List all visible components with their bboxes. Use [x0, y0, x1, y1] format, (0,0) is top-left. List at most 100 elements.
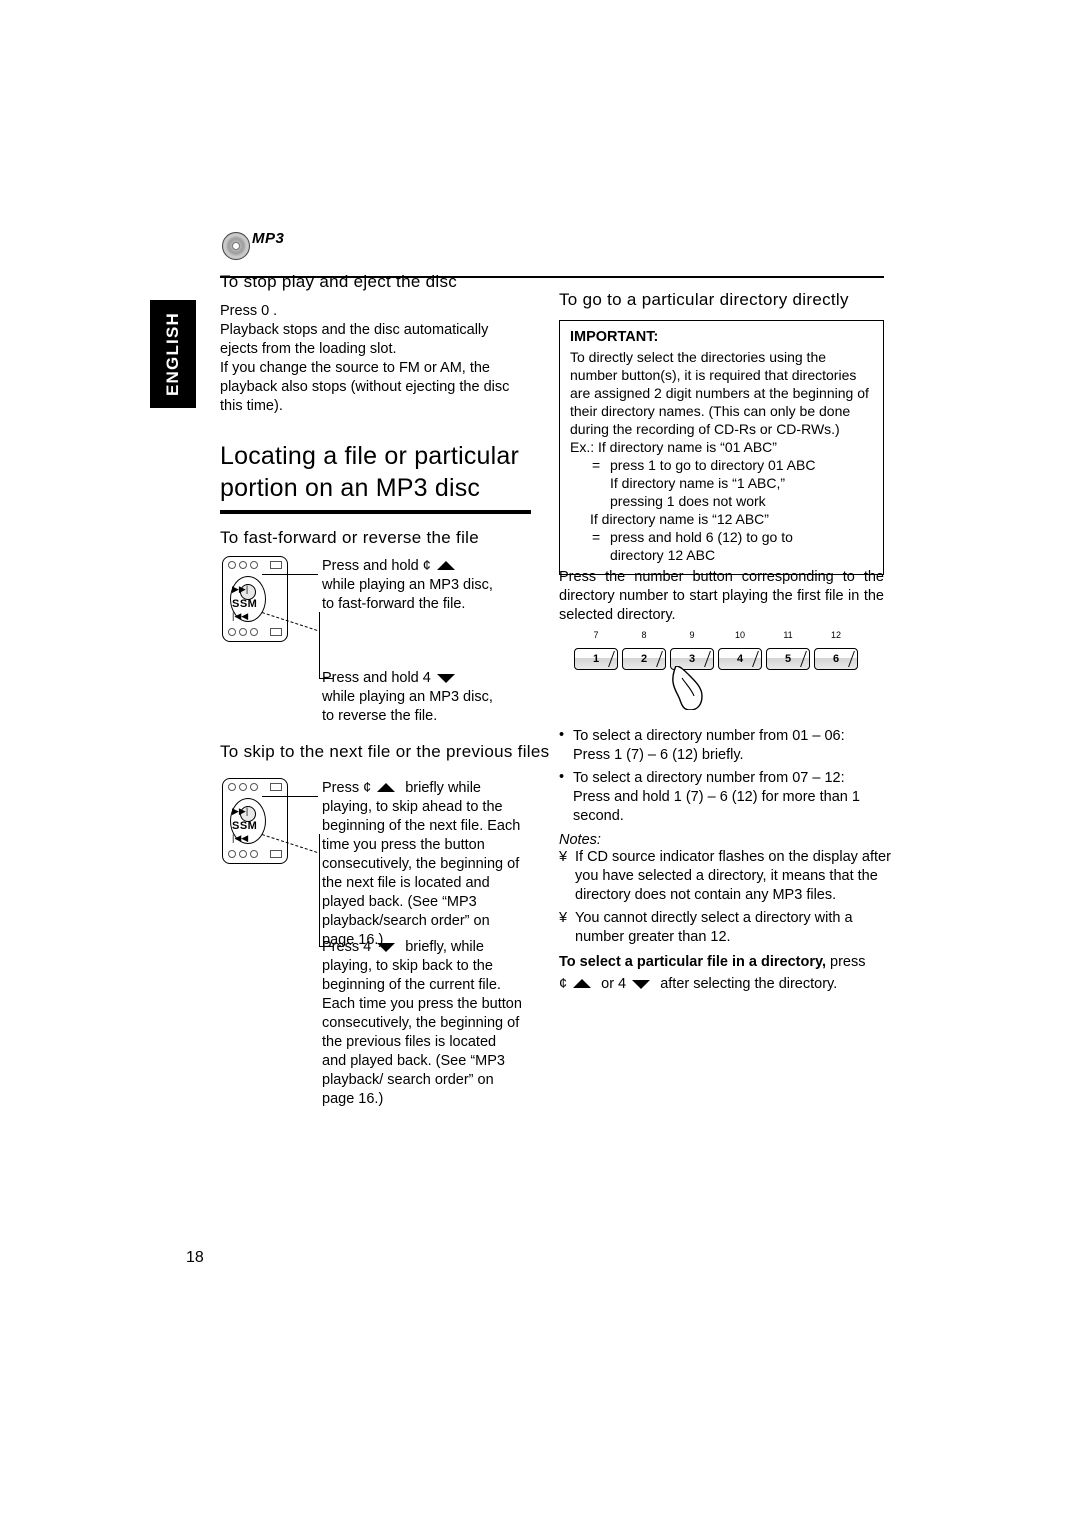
up-arrow-icon: [435, 561, 461, 571]
select-file-symbol-1: ¢: [559, 976, 568, 992]
heading-directory: To go to a particular directory directly: [559, 290, 849, 309]
panel-bottom-dots: [228, 628, 282, 637]
bullet-1: To select a directory number from 01 – 0…: [559, 726, 884, 765]
mp3-logo-label: MP3: [252, 230, 285, 247]
number-button-1[interactable]: 1: [574, 648, 618, 670]
note-1: ¥ If CD source indicator flashes on the d…: [559, 848, 899, 905]
leader-line-vertical: [319, 612, 320, 678]
ff-caption-line3: to fast-forward the file.: [322, 596, 466, 612]
mp3-logo: MP3: [222, 228, 312, 260]
ssm-label: SSM: [232, 820, 258, 832]
example-1-cont1: If directory name is “1 ABC,”: [610, 475, 786, 491]
down-arrow-icon: [435, 673, 461, 684]
panel-dot-icon: [250, 850, 258, 858]
skip-next-lead: Press ¢: [322, 780, 372, 796]
number-top-label: 10: [734, 630, 745, 640]
skip-prev-caption: Press 4 briefly, while playing, to skip …: [322, 938, 522, 1109]
note-2: ¥ You cannot directly select a directory …: [559, 909, 899, 947]
panel-display-icon: [270, 628, 282, 636]
down-arrow-icon: [630, 979, 656, 990]
number-top-label: 12: [830, 630, 841, 640]
stop-play-p2: Playback stops and the disc automaticall…: [220, 322, 489, 357]
example-1-heading: Ex.: If directory name is “01 ABC”: [570, 439, 777, 455]
button-slash-icon: [790, 651, 807, 667]
number-button-6[interactable]: 6: [814, 648, 858, 670]
equals-marker: =: [592, 529, 601, 545]
main-heading-rule: [220, 510, 531, 514]
heading-fast-forward: To fast-forward or reverse the file: [220, 528, 479, 547]
select-file-paragraph: To select a particular file in a directo…: [559, 951, 899, 995]
number-button-strip: 7 8 9 10 11 12 1 2 3 4 5 6: [574, 630, 874, 710]
notes-list: ¥ If CD source indicator flashes on the d…: [559, 848, 899, 951]
select-file-or: or 4: [601, 976, 627, 992]
button-slash-icon: [598, 651, 615, 667]
panel-dot-icon: [239, 783, 247, 791]
select-file-tail: after selecting the directory.: [660, 976, 838, 992]
skip-prev-text: briefly, while playing, to skip back to …: [322, 939, 522, 1107]
note-1-text: If CD source indicator flashes on the di…: [575, 849, 891, 903]
skip-next-caption: Press ¢ briefly while playing, to skip a…: [322, 779, 522, 950]
example-2-heading: If directory name is “12 ABC”: [590, 511, 769, 527]
rev-caption-line1: Press and hold 4: [322, 670, 431, 686]
ff-caption-line2: while playing an MP3 disc,: [322, 577, 493, 593]
bullet-1-line2: Press 1 (7) – 6 (12) briefly.: [573, 747, 744, 763]
rev-caption-line3: to reverse the file.: [322, 708, 438, 724]
leader-line-vertical: [319, 834, 320, 946]
panel-dot-icon: [239, 850, 247, 858]
example-2-item-text: press and hold 6 (12) to go to: [610, 529, 793, 545]
panel-dot-icon: [228, 561, 236, 569]
main-heading-line1: Locating a file or particular: [220, 442, 520, 470]
bullet-2: To select a directory number from 07 – 1…: [559, 768, 884, 826]
skip-prev-lead: Press 4: [322, 939, 372, 955]
directory-paragraph: Press the number button corresponding to…: [559, 569, 884, 623]
number-button-2[interactable]: 2: [622, 648, 666, 670]
bullet-2-line2: Press and hold 1 (7) – 6 (12) for more t…: [573, 789, 860, 824]
button-slash-icon: [838, 651, 855, 667]
language-tab-label: ENGLISH: [163, 312, 182, 396]
panel-display-icon: [270, 783, 282, 791]
bullet-1-line1: To select a directory number from 01 – 0…: [573, 728, 845, 744]
main-heading: Locating a file or particular portion on…: [220, 440, 531, 504]
note-marker-icon: ¥: [559, 849, 568, 865]
example-2-list: = press and hold 6 (12) to go to: [570, 528, 873, 546]
important-title: IMPORTANT:: [570, 329, 659, 345]
important-paragraph: To directly select the directories using…: [570, 349, 869, 437]
leader-line: [262, 796, 318, 797]
ssm-label: SSM: [232, 598, 258, 610]
panel-dot-icon: [239, 628, 247, 636]
disc-icon: [222, 232, 250, 260]
panel-dot-icon: [228, 850, 236, 858]
page-number: 18: [186, 1249, 204, 1266]
document-page: MP3 ENGLISH To stop play and eject the d…: [0, 0, 1080, 1528]
example-1-list: = press 1 to go to directory 01 ABC: [570, 456, 873, 474]
panel-bottom-dots: [228, 850, 282, 859]
number-button-4[interactable]: 4: [718, 648, 762, 670]
skip-back-icon: |◀◀: [232, 611, 249, 621]
panel-top-dots: [228, 783, 282, 792]
left-column: To stop play and eject the disc Press 0 …: [220, 272, 530, 426]
panel-dot-icon: [250, 783, 258, 791]
number-top-label: 8: [641, 630, 647, 640]
skip-forward-icon: ▶▶|: [232, 806, 249, 816]
example-1-item-text: press 1 to go to directory 01 ABC: [610, 457, 816, 473]
note-2-text: You cannot directly select a directory w…: [575, 910, 853, 945]
rev-caption-line2: while playing an MP3 disc,: [322, 689, 493, 705]
number-button-5[interactable]: 5: [766, 648, 810, 670]
example-1-item: = press 1 to go to directory 01 ABC: [570, 456, 873, 474]
equals-marker: =: [592, 457, 601, 473]
ff-caption-line1: Press and hold ¢: [322, 558, 431, 574]
heading-stop-play: To stop play and eject the disc: [220, 272, 458, 291]
number-top-label: 9: [689, 630, 695, 640]
panel-dot-icon: [228, 783, 236, 791]
notes-title: Notes:: [559, 832, 601, 848]
button-slash-icon: [742, 651, 759, 667]
select-file-rest: press: [826, 954, 866, 970]
stop-play-p3: If you change the source to FM or AM, th…: [220, 360, 510, 414]
fast-forward-caption: Press and hold ¢ while playing an MP3 di…: [322, 557, 532, 614]
skip-next-text: briefly while playing, to skip ahead to …: [322, 780, 521, 948]
language-tab: ENGLISH: [150, 300, 196, 408]
example-2-cont: directory 12 ABC: [610, 547, 716, 563]
control-panel-graphic-1: ▶▶| SSM |◀◀: [222, 556, 288, 642]
main-heading-line2: portion on an MP3 disc: [220, 474, 481, 502]
directory-bullets: To select a directory number from 01 – 0…: [559, 726, 884, 830]
